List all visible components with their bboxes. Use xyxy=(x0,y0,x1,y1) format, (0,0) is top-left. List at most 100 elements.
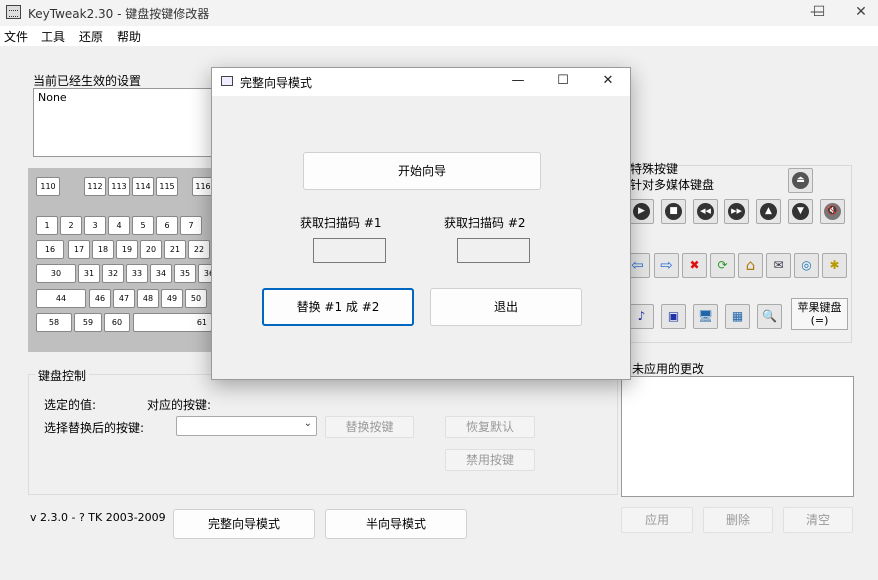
menu-help[interactable]: 帮助 xyxy=(117,28,141,45)
key[interactable]: 47 xyxy=(113,289,135,308)
key[interactable]: 19 xyxy=(116,240,138,259)
key[interactable]: 114 xyxy=(132,177,154,196)
key[interactable]: 6 xyxy=(156,216,178,235)
key[interactable]: 7 xyxy=(180,216,202,235)
browser-forward-button[interactable]: ⇨ xyxy=(654,253,679,278)
key[interactable]: 58 xyxy=(36,313,72,332)
apple-keyboard-symbol: (=) xyxy=(810,314,829,327)
replacement-key-select[interactable]: ⌄ xyxy=(176,416,317,436)
key[interactable]: 18 xyxy=(92,240,114,259)
computer-button[interactable]: 🖥 xyxy=(693,304,718,329)
current-settings-value: None xyxy=(38,91,67,104)
media-select-button[interactable]: ♪ xyxy=(629,304,654,329)
mail-icon: ✉ xyxy=(773,258,784,272)
volume-up-button[interactable]: ▲ xyxy=(756,199,781,224)
key[interactable]: 115 xyxy=(156,177,178,196)
key[interactable]: 35 xyxy=(174,264,196,283)
key[interactable]: 5 xyxy=(132,216,154,235)
replace-key-button[interactable]: 替换按键 xyxy=(325,416,414,438)
key[interactable]: 44 xyxy=(36,289,86,308)
magnifier-icon: 🔍 xyxy=(762,309,777,323)
key[interactable]: 113 xyxy=(108,177,130,196)
calculator-button[interactable]: ▦ xyxy=(725,304,750,329)
next-track-button[interactable]: ▶▶ xyxy=(724,199,749,224)
browser-refresh-button[interactable]: ⟳ xyxy=(710,253,735,278)
scan-code-1-field xyxy=(313,238,386,263)
delete-button[interactable]: 删除 xyxy=(703,507,773,533)
key[interactable]: 22 xyxy=(188,240,210,259)
start-wizard-button[interactable]: 开始向导 xyxy=(303,152,541,190)
spacebar-key[interactable]: 61 xyxy=(133,313,212,332)
key[interactable]: 116 xyxy=(192,177,212,196)
replace-1-with-2-button[interactable]: 替换 #1 成 #2 xyxy=(262,288,414,326)
key[interactable]: 49 xyxy=(161,289,183,308)
dialog-maximize-button[interactable]: ☐ xyxy=(540,70,586,94)
favorites-button[interactable]: ✱ xyxy=(822,253,847,278)
pending-changes-list[interactable] xyxy=(621,376,854,497)
full-wizard-dialog: 完整向导模式 — ☐ ✕ 开始向导 获取扫描码 #1 获取扫描码 #2 替换 #… xyxy=(211,67,631,380)
key[interactable]: 32 xyxy=(102,264,124,283)
volume-down-icon: ▼ xyxy=(792,203,809,220)
volume-down-button[interactable]: ▼ xyxy=(788,199,813,224)
exit-button[interactable]: 退出 xyxy=(430,288,582,326)
key[interactable]: 36 xyxy=(198,264,212,283)
menu-file[interactable]: 文件 xyxy=(4,28,28,45)
key[interactable]: 34 xyxy=(150,264,172,283)
web-search-button[interactable]: ◎ xyxy=(794,253,819,278)
dialog-close-button[interactable]: ✕ xyxy=(585,70,631,94)
dialog-minimize-button[interactable]: — xyxy=(495,70,541,94)
key[interactable]: 16 xyxy=(36,240,64,259)
menu-restore[interactable]: 还原 xyxy=(79,28,103,45)
window-title: KeyTweak2.30 - 键盘按键修改器 xyxy=(28,7,210,21)
key[interactable]: 31 xyxy=(78,264,100,283)
key[interactable]: 21 xyxy=(164,240,186,259)
key[interactable]: 59 xyxy=(74,313,102,332)
key[interactable]: 110 xyxy=(36,177,60,196)
menu-tools[interactable]: 工具 xyxy=(41,28,65,45)
keyboard-app-icon xyxy=(6,5,21,19)
dialog-title-bar: 完整向导模式 — ☐ ✕ xyxy=(212,68,630,96)
key[interactable]: 60 xyxy=(104,313,130,332)
apply-button[interactable]: 应用 xyxy=(621,507,693,533)
keyboard-layout: 110 112 113 114 115 116 1 2 3 4 5 6 7 16… xyxy=(28,168,212,352)
previous-track-button[interactable]: ◀◀ xyxy=(693,199,718,224)
browser-stop-button[interactable]: ✖ xyxy=(682,253,707,278)
key[interactable]: 48 xyxy=(137,289,159,308)
key[interactable]: 46 xyxy=(89,289,111,308)
stop-button[interactable]: ■ xyxy=(661,199,686,224)
key[interactable]: 3 xyxy=(84,216,106,235)
title-bar: KeyTweak2.30 - 键盘按键修改器 — ☐ ✕ xyxy=(0,0,878,26)
restore-default-button[interactable]: 恢复默认 xyxy=(445,416,535,438)
half-wizard-button[interactable]: 半向导模式 xyxy=(325,509,467,539)
key[interactable]: 17 xyxy=(68,240,90,259)
menu-bar: 文件 工具 还原 帮助 xyxy=(0,26,878,46)
apple-keyboard-button[interactable]: 苹果键盘 (=) xyxy=(791,298,848,330)
key[interactable]: 2 xyxy=(60,216,82,235)
scan-code-2-label: 获取扫描码 #2 xyxy=(444,216,526,230)
play-button[interactable]: ▶ xyxy=(629,199,654,224)
key[interactable]: 33 xyxy=(126,264,148,283)
disable-key-button[interactable]: 禁用按键 xyxy=(445,449,535,471)
globe-icon: ◎ xyxy=(801,258,812,272)
key[interactable]: 112 xyxy=(84,177,106,196)
clear-button[interactable]: 清空 xyxy=(783,507,853,533)
search-button[interactable]: 🔍 xyxy=(757,304,782,329)
mute-button[interactable]: 🔇 xyxy=(820,199,845,224)
maximize-button[interactable]: ☐ xyxy=(796,0,842,26)
key[interactable]: 4 xyxy=(108,216,130,235)
choose-key-label: 选择替换后的按键: xyxy=(44,421,145,435)
play-icon: ▶ xyxy=(633,203,650,220)
key[interactable]: 20 xyxy=(140,240,162,259)
key[interactable]: 30 xyxy=(36,264,76,283)
browser-home-button[interactable]: ⌂ xyxy=(738,253,763,278)
full-wizard-button[interactable]: 完整向导模式 xyxy=(173,509,315,539)
special-keys-label: 特殊按键 xyxy=(630,162,679,176)
home-icon: ⌂ xyxy=(745,256,756,274)
mail-button[interactable]: ✉ xyxy=(766,253,791,278)
key[interactable]: 50 xyxy=(185,289,207,308)
scan-code-2-field xyxy=(457,238,530,263)
eject-button[interactable]: ⏏ xyxy=(788,168,813,193)
my-computer-button[interactable]: ▣ xyxy=(661,304,686,329)
key[interactable]: 1 xyxy=(36,216,58,235)
close-button[interactable]: ✕ xyxy=(838,0,878,26)
